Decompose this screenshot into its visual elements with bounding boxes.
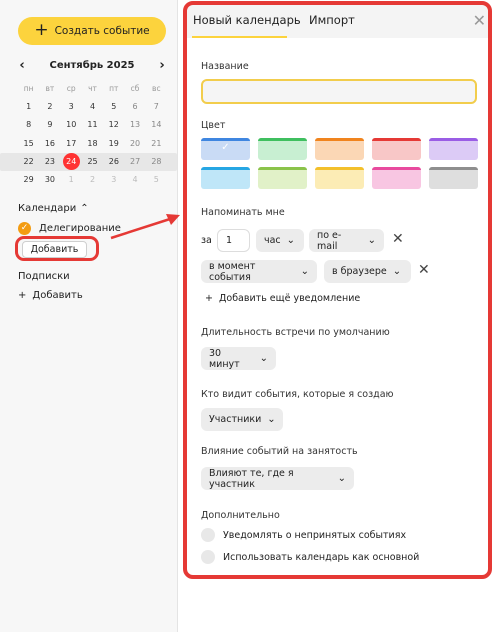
highlight-add-button [15, 236, 99, 261]
week-row: 29 30 1 2 3 4 5 [18, 171, 167, 189]
prev-month-icon[interactable]: ‹ [16, 58, 28, 73]
subscriptions-title: Подписки [18, 271, 70, 282]
day-cell[interactable]: 2 [82, 172, 103, 188]
calendars-title: Календари [18, 203, 77, 214]
weekday-label: пт [109, 84, 119, 94]
day-cell[interactable]: 15 [18, 136, 39, 152]
day-cell[interactable]: 30 [39, 172, 60, 188]
calendar-item-delegation[interactable]: ✓ Делегирование [18, 222, 121, 235]
day-cell[interactable]: 18 [82, 136, 103, 152]
day-cell[interactable]: 7 [146, 99, 167, 115]
day-cell[interactable]: 20 [124, 136, 145, 152]
day-cell[interactable]: 2 [39, 99, 60, 115]
day-cell[interactable]: 11 [82, 117, 103, 133]
plus-icon: + [18, 290, 27, 301]
weekday-label: чт [88, 84, 97, 94]
day-cell[interactable]: 26 [103, 154, 124, 170]
day-cell[interactable]: 5 [146, 172, 167, 188]
add-subscription-label: Добавить [32, 290, 83, 301]
weekday-label: сб [130, 84, 140, 94]
day-cell[interactable]: 29 [18, 172, 39, 188]
weekday-label: вс [152, 84, 161, 94]
month-title: Сентябрь 2025 [49, 59, 135, 71]
day-cell[interactable]: 27 [124, 154, 145, 170]
day-cell[interactable]: 3 [61, 99, 82, 115]
day-cell[interactable]: 16 [39, 136, 60, 152]
day-cell[interactable]: 13 [124, 117, 145, 133]
day-cell[interactable]: 1 [61, 172, 82, 188]
highlight-panel [183, 1, 492, 579]
day-cell[interactable]: 8 [18, 117, 39, 133]
week-row: 15 16 17 18 19 20 21 [18, 135, 167, 153]
weekday-header: пн вт ср чт пт сб вс [18, 80, 167, 98]
create-event-label: Создать событие [54, 25, 150, 37]
day-cell[interactable]: 21 [146, 136, 167, 152]
week-row: 1 2 3 4 5 6 7 [18, 98, 167, 116]
plus-icon: + [34, 19, 49, 40]
mini-calendar: пн вт ср чт пт сб вс 1 2 3 4 5 6 7 8 9 1… [0, 80, 177, 189]
day-cell[interactable]: 6 [124, 99, 145, 115]
day-cell[interactable]: 4 [124, 172, 145, 188]
day-cell[interactable]: 1 [18, 99, 39, 115]
day-cell[interactable]: 17 [61, 136, 82, 152]
add-subscription-button[interactable]: + Добавить [18, 290, 83, 301]
day-cell[interactable]: 4 [82, 99, 103, 115]
week-row: 8 9 10 11 12 13 14 [18, 116, 167, 134]
weekday-label: пн [23, 84, 34, 94]
today-cell[interactable]: 24 [61, 153, 82, 171]
day-cell[interactable]: 19 [103, 136, 124, 152]
day-cell[interactable]: 3 [103, 172, 124, 188]
today-number: 24 [62, 153, 80, 171]
day-cell[interactable]: 12 [103, 117, 124, 133]
sidebar: + Создать событие ‹ Сентябрь 2025 › пн в… [0, 0, 178, 632]
day-cell[interactable]: 9 [39, 117, 60, 133]
day-cell[interactable]: 5 [103, 99, 124, 115]
calendar-item-label: Делегирование [39, 223, 121, 234]
day-cell[interactable]: 25 [82, 154, 103, 170]
chevron-up-icon: ⌃ [80, 203, 89, 214]
current-week-row: 22 23 24 25 26 27 28 [0, 152, 177, 171]
day-cell[interactable]: 28 [146, 154, 167, 170]
checkmark-icon: ✓ [18, 222, 31, 235]
weekday-label: ср [66, 84, 76, 94]
month-navigation: ‹ Сентябрь 2025 › [16, 57, 168, 73]
day-cell[interactable]: 22 [18, 154, 39, 170]
create-event-button[interactable]: + Создать событие [18, 17, 166, 45]
day-cell[interactable]: 10 [61, 117, 82, 133]
calendars-section-header[interactable]: Календари ⌃ [18, 203, 89, 214]
day-cell[interactable]: 14 [146, 117, 167, 133]
weekday-label: вт [45, 84, 55, 94]
day-cell[interactable]: 23 [39, 154, 60, 170]
next-month-icon[interactable]: › [156, 58, 168, 73]
